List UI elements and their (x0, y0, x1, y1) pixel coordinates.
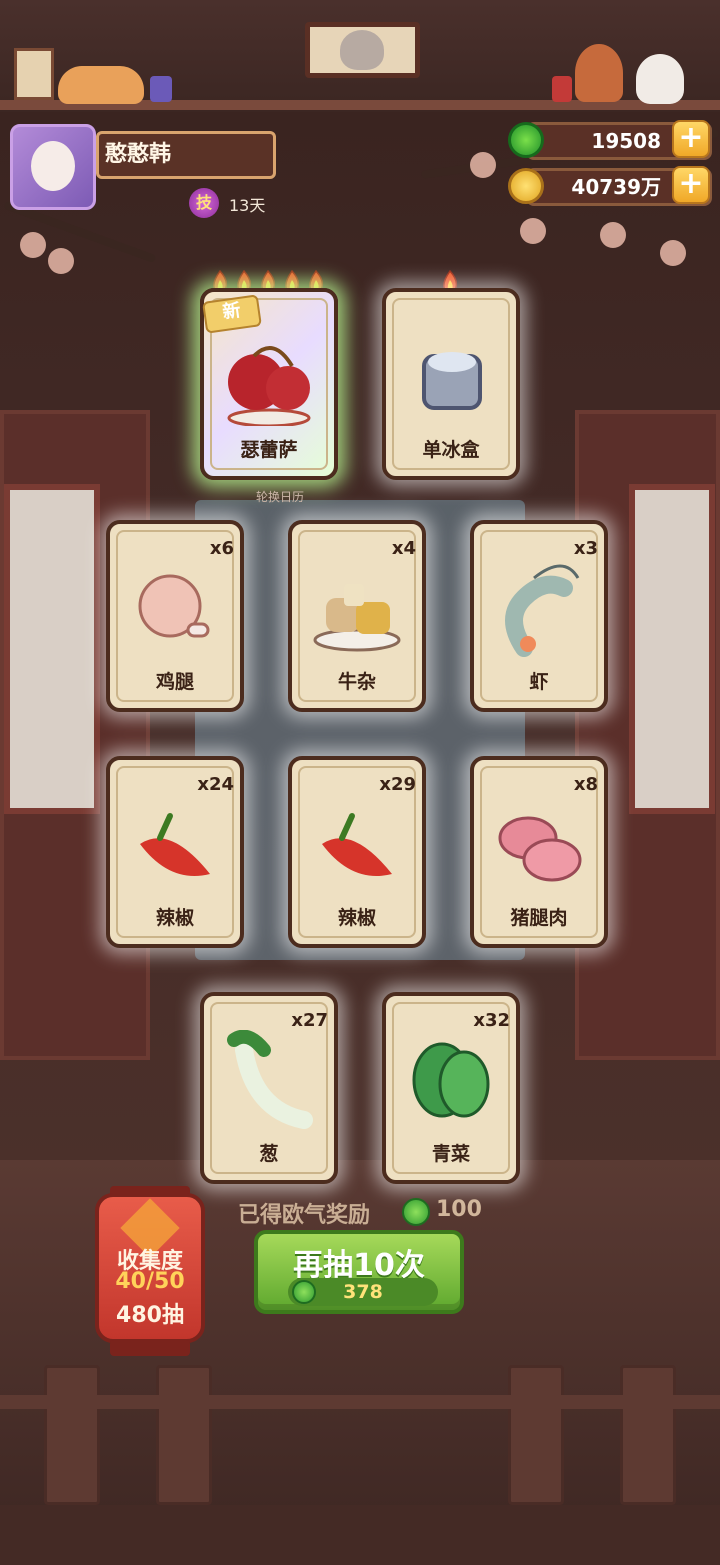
blossom (520, 218, 546, 244)
jar-icon (150, 76, 172, 102)
blossom (48, 248, 74, 274)
jar-icon (552, 76, 572, 102)
collection-draw-count: 480抽 (116, 1303, 184, 1328)
card-label: 单冰盒 (422, 439, 480, 461)
luck-reward-value: 100 (436, 1197, 482, 1222)
window-lattice (4, 484, 100, 814)
blossom (600, 222, 626, 248)
lantern-base (110, 1340, 190, 1356)
card-label: 葱 (259, 1143, 279, 1165)
card-label: 牛杂 (337, 671, 376, 693)
window-lattice (629, 484, 715, 814)
card-chili-2[interactable]: x29 辣椒 (288, 756, 426, 948)
chicken-leg-icon (138, 574, 210, 638)
beef-offal-icon (313, 584, 401, 652)
card-scallion[interactable]: x27 葱 (200, 992, 338, 1184)
railing-post (44, 1365, 100, 1505)
scallion-icon (227, 1030, 313, 1129)
skill-badge-icon[interactable]: 技 (189, 188, 219, 218)
card-shrimp[interactable]: x3 虾 (470, 520, 608, 712)
blossom (470, 152, 496, 178)
add-jade-button[interactable]: + (672, 120, 710, 158)
cherry-tomato-icon (227, 346, 311, 426)
card-bok-choy[interactable]: x32 青菜 (382, 992, 520, 1184)
jade-coin-icon (402, 1198, 430, 1226)
card-count: x32 (473, 1010, 510, 1031)
card-count: x3 (573, 538, 598, 559)
jade-coin-icon (292, 1280, 316, 1304)
rotation-calendar-label[interactable]: 轮换日历 (256, 488, 304, 505)
card-label: 辣椒 (337, 907, 376, 929)
ice-box-icon (422, 352, 482, 410)
bok-choy-icon (412, 1042, 490, 1118)
luck-reward-label: 已得欧气奖励 (238, 1203, 371, 1228)
player-avatar[interactable] (10, 124, 96, 210)
card-label: 瑟蕾萨 (240, 439, 298, 461)
collection-lantern[interactable]: 收集度 40/50 480抽 (95, 1193, 205, 1343)
player-name: 憨憨韩 (96, 131, 276, 179)
card-chili-1[interactable]: x24 辣椒 (106, 756, 244, 948)
card-count: x24 (197, 774, 234, 795)
jade-coin-icon (508, 122, 544, 158)
raccoon-figure-icon (340, 30, 384, 70)
railing-bar (0, 1395, 720, 1409)
add-gold-button[interactable]: + (672, 166, 710, 204)
chili-pepper-icon (322, 813, 392, 876)
card-label: 猪腿肉 (510, 907, 568, 929)
railing-post (508, 1365, 564, 1505)
railing-post (156, 1365, 212, 1505)
skill-days: 13天 (229, 196, 266, 215)
card-count: x6 (209, 538, 234, 559)
wall-frame-icon (14, 48, 54, 100)
collection-progress: 40/50 (115, 1269, 185, 1294)
character-figure-icon (575, 44, 623, 102)
card-label: 青菜 (431, 1143, 470, 1165)
floor-base (0, 1505, 720, 1565)
card-label: 鸡腿 (155, 671, 194, 693)
blossom (20, 232, 46, 258)
card-count: x8 (573, 774, 598, 795)
card-featured-2[interactable]: 单冰盒 (382, 288, 520, 480)
blossom (660, 240, 686, 266)
avatar-face (31, 141, 75, 191)
right-window (575, 410, 720, 1060)
card-label: 虾 (529, 671, 549, 693)
card-beef-offal[interactable]: x4 牛杂 (288, 520, 426, 712)
card-chicken-leg[interactable]: x6 鸡腿 (106, 520, 244, 712)
card-pork-leg[interactable]: x8 猪腿肉 (470, 756, 608, 948)
cat-figure-icon (58, 66, 144, 104)
chili-pepper-icon (140, 813, 210, 876)
shrimp-icon (505, 564, 580, 657)
card-label: 辣椒 (155, 907, 194, 929)
card-count: x4 (391, 538, 416, 559)
card-count: x29 (379, 774, 416, 795)
pork-leg-icon (498, 816, 582, 882)
left-window (0, 410, 150, 1060)
railing-post (620, 1365, 676, 1505)
gold-coin-icon (508, 168, 544, 204)
draw-10-button[interactable]: 再抽10次 378 (254, 1230, 464, 1314)
card-count: x27 (291, 1010, 328, 1031)
white-cat-figure-icon (636, 54, 684, 104)
